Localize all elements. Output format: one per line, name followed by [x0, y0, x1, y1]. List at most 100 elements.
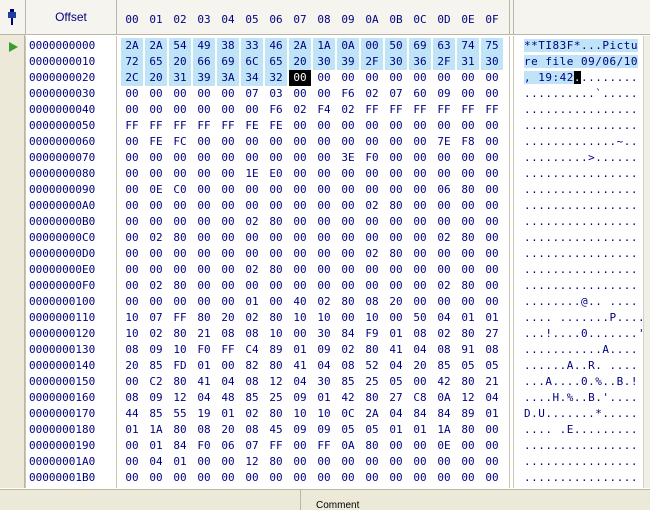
hex-byte[interactable]: 34 [241, 70, 263, 86]
hex-byte[interactable]: 00 [289, 326, 311, 342]
hex-byte[interactable]: 00 [433, 198, 455, 214]
hex-byte[interactable]: 00 [241, 246, 263, 262]
hex-byte[interactable]: F0 [193, 438, 215, 454]
hex-byte[interactable]: FE [265, 118, 287, 134]
hex-byte[interactable]: 02 [241, 406, 263, 422]
hex-byte[interactable]: 00 [313, 182, 335, 198]
hex-byte[interactable]: 02 [361, 86, 383, 102]
hex-byte[interactable]: 00 [145, 150, 167, 166]
hex-byte[interactable]: 00 [361, 230, 383, 246]
hex-byte[interactable]: 89 [265, 342, 287, 358]
hex-byte[interactable]: 6C [241, 54, 263, 70]
hex-byte[interactable]: 00 [289, 214, 311, 230]
hex-byte[interactable]: 02 [361, 198, 383, 214]
hex-byte[interactable]: 00 [217, 134, 239, 150]
hex-byte[interactable]: 00 [457, 118, 479, 134]
hex-byte[interactable]: 00 [337, 134, 359, 150]
hex-byte[interactable]: 00 [265, 150, 287, 166]
hex-byte[interactable]: 41 [385, 342, 407, 358]
ascii-data-area[interactable]: **TI83F*...Pictu re file 09/06/10, 19:42.… [513, 36, 645, 488]
hex-byte[interactable]: 00 [457, 150, 479, 166]
ascii-row[interactable]: re file 09/06/10 [524, 54, 638, 70]
hex-byte[interactable]: 85 [145, 358, 167, 374]
hex-byte[interactable]: 00 [313, 118, 335, 134]
hex-byte[interactable]: 82 [241, 358, 263, 374]
hex-byte[interactable]: 00 [313, 214, 335, 230]
hex-byte[interactable]: 00 [217, 102, 239, 118]
hex-byte[interactable]: 89 [457, 406, 479, 422]
ascii-row[interactable]: ................ [524, 246, 638, 262]
hex-byte[interactable]: 00 [217, 262, 239, 278]
hex-byte[interactable]: 00 [241, 278, 263, 294]
hex-byte[interactable]: 00 [433, 150, 455, 166]
ascii-row[interactable]: ...A....0.%..B.! [524, 374, 638, 390]
hex-byte[interactable]: 60 [409, 86, 431, 102]
hex-byte[interactable]: 00 [313, 166, 335, 182]
hex-byte[interactable]: 08 [193, 422, 215, 438]
hex-byte[interactable]: 08 [337, 358, 359, 374]
hex-byte[interactable]: 02 [313, 294, 335, 310]
hex-byte[interactable]: 72 [121, 54, 143, 70]
hex-byte[interactable]: 30 [481, 54, 503, 70]
hex-byte[interactable]: 00 [385, 470, 407, 486]
hex-byte[interactable]: FE [241, 118, 263, 134]
hex-byte[interactable]: 00 [193, 246, 215, 262]
hex-byte[interactable]: 00 [217, 454, 239, 470]
hex-byte[interactable]: 00 [217, 182, 239, 198]
hex-byte[interactable]: 20 [409, 358, 431, 374]
hex-byte[interactable]: 01 [385, 422, 407, 438]
ascii-row[interactable]: D.U.......*..... [524, 406, 638, 422]
hex-byte[interactable]: 00 [289, 278, 311, 294]
hex-byte[interactable]: 00 [289, 438, 311, 454]
hex-byte[interactable]: 00 [265, 294, 287, 310]
ascii-row[interactable]: ................ [524, 438, 638, 454]
hex-byte[interactable]: FF [121, 118, 143, 134]
hex-byte[interactable]: 09 [313, 422, 335, 438]
hex-byte[interactable]: 00 [121, 198, 143, 214]
hex-byte[interactable]: FF [385, 102, 407, 118]
pin-icon[interactable] [6, 9, 18, 25]
hex-byte[interactable]: 00 [313, 470, 335, 486]
hex-byte[interactable]: 00 [385, 70, 407, 86]
hex-byte[interactable]: 84 [169, 438, 191, 454]
hex-byte[interactable]: 00 [241, 198, 263, 214]
hex-byte[interactable]: 80 [457, 326, 479, 342]
hex-byte[interactable]: 00 [169, 262, 191, 278]
ascii-row[interactable]: **TI83F*...Pictu [524, 38, 638, 54]
hex-byte[interactable]: 05 [361, 422, 383, 438]
hex-byte[interactable]: 02 [145, 326, 167, 342]
hex-byte[interactable]: 08 [241, 326, 263, 342]
hex-byte[interactable]: 00 [217, 246, 239, 262]
ascii-row[interactable]: .............~.. [524, 134, 638, 150]
hex-byte[interactable]: 00 [265, 278, 287, 294]
hex-byte[interactable]: 01 [409, 422, 431, 438]
hex-byte[interactable]: 00 [385, 230, 407, 246]
hex-byte[interactable]: 00 [193, 198, 215, 214]
hex-byte[interactable]: FF [361, 102, 383, 118]
hex-byte[interactable]: 02 [337, 102, 359, 118]
hex-byte[interactable]: 2A [289, 38, 311, 54]
hex-byte[interactable]: 00 [481, 422, 503, 438]
hex-byte[interactable]: 00 [457, 470, 479, 486]
hex-byte[interactable]: 80 [265, 406, 287, 422]
hex-byte[interactable]: 02 [433, 230, 455, 246]
hex-byte[interactable]: 00 [313, 230, 335, 246]
hex-byte[interactable]: 00 [217, 198, 239, 214]
hex-byte[interactable]: 00 [457, 246, 479, 262]
hex-byte[interactable]: 42 [433, 374, 455, 390]
hex-byte[interactable]: 00 [481, 278, 503, 294]
hex-byte[interactable]: 46 [265, 38, 287, 54]
hex-byte[interactable]: 65 [145, 54, 167, 70]
hex-byte[interactable]: 04 [289, 374, 311, 390]
hex-byte[interactable]: 10 [313, 406, 335, 422]
hex-byte[interactable]: 00 [385, 278, 407, 294]
hex-byte[interactable]: 42 [337, 390, 359, 406]
hex-byte[interactable]: 00 [145, 102, 167, 118]
hex-byte[interactable]: 65 [265, 54, 287, 70]
hex-byte[interactable]: 08 [241, 422, 263, 438]
hex-byte[interactable]: 00 [265, 198, 287, 214]
hex-byte[interactable]: 54 [169, 38, 191, 54]
hex-byte[interactable]: 00 [361, 118, 383, 134]
hex-byte[interactable]: 00 [457, 438, 479, 454]
hex-byte[interactable]: 00 [481, 246, 503, 262]
